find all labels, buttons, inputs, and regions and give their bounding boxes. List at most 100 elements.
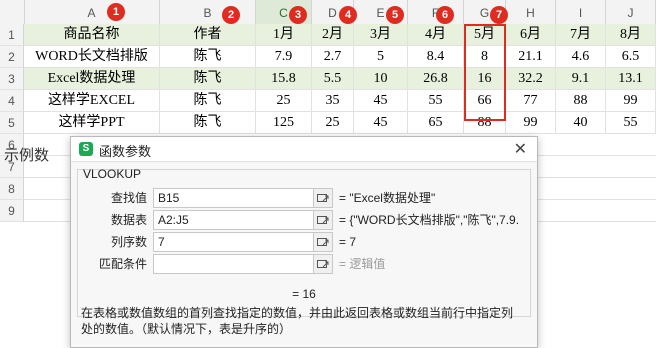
column-header-j[interactable]: J bbox=[606, 0, 656, 24]
table-cell[interactable]: 陈飞 bbox=[160, 68, 256, 90]
row-header-5[interactable]: 5 bbox=[0, 112, 24, 134]
function-name: VLOOKUP bbox=[83, 167, 142, 181]
table-cell[interactable]: 15.8 bbox=[256, 68, 312, 90]
arg-label-range-lookup: 匹配条件 bbox=[98, 257, 147, 271]
header-cell[interactable]: 1月 bbox=[256, 24, 312, 46]
annotation-badge-4: 4 bbox=[339, 6, 357, 24]
row-header-9[interactable]: 9 bbox=[0, 200, 24, 222]
column-header-h[interactable]: H bbox=[506, 0, 556, 24]
column-header-bar: A B C D E F G H I J bbox=[0, 0, 656, 25]
table-cell[interactable]: 13.1 bbox=[606, 68, 656, 90]
table-cell[interactable]: 4.6 bbox=[556, 46, 606, 68]
table-cell[interactable]: 7.9 bbox=[256, 46, 312, 68]
table-cell[interactable]: 88 bbox=[556, 90, 606, 112]
column-header-b[interactable]: B bbox=[160, 0, 256, 24]
table-cell[interactable]: 45 bbox=[354, 112, 408, 134]
dialog-title: 函数参数 bbox=[99, 144, 152, 159]
col-index-input[interactable]: 7 bbox=[153, 232, 323, 252]
table-cell[interactable]: 陈飞 bbox=[160, 46, 256, 68]
table-cell[interactable]: 26.8 bbox=[408, 68, 464, 90]
annotation-badge-6: 6 bbox=[436, 6, 454, 24]
example-data-label: 示例数 bbox=[4, 148, 50, 164]
table-cell[interactable]: 这样学PPT bbox=[24, 112, 160, 134]
row-header-8[interactable]: 8 bbox=[0, 178, 24, 200]
range-picker-icon bbox=[317, 238, 329, 246]
table-cell[interactable]: 125 bbox=[256, 112, 312, 134]
table-cell[interactable]: 35 bbox=[312, 90, 354, 112]
annotation-badge-3: 3 bbox=[289, 6, 307, 24]
table-cell[interactable]: 2.7 bbox=[312, 46, 354, 68]
table-cell[interactable]: 9.1 bbox=[556, 68, 606, 90]
table-cell[interactable]: 25 bbox=[312, 112, 354, 134]
arg-result-col-index: = 7 bbox=[339, 235, 357, 249]
table-cell[interactable]: 55 bbox=[408, 90, 464, 112]
table-cell[interactable]: 这样学EXCEL bbox=[24, 90, 160, 112]
range-select-button-1[interactable] bbox=[313, 188, 333, 208]
table-cell[interactable]: 5.5 bbox=[312, 68, 354, 90]
dialog-title-bar[interactable]: S 函数参数 ✕ bbox=[71, 137, 537, 162]
header-cell[interactable]: 作者 bbox=[160, 24, 256, 46]
range-select-button-4[interactable] bbox=[313, 254, 333, 274]
row-header-1[interactable]: 1 bbox=[0, 24, 24, 46]
table-cell[interactable]: 99 bbox=[606, 90, 656, 112]
annotation-badge-2: 2 bbox=[222, 6, 240, 24]
arg-label-table-array: 数据表 bbox=[110, 213, 147, 227]
range-picker-icon bbox=[317, 260, 329, 268]
table-cell[interactable]: 88 bbox=[464, 112, 506, 134]
table-cell[interactable]: 6.5 bbox=[606, 46, 656, 68]
header-cell[interactable]: 2月 bbox=[312, 24, 354, 46]
table-cell[interactable]: 65 bbox=[408, 112, 464, 134]
row-header-2[interactable]: 2 bbox=[0, 46, 24, 68]
lookup-value-input[interactable]: B15 bbox=[153, 188, 323, 208]
arg-label-col-index: 列序数 bbox=[110, 235, 147, 249]
arg-label-lookup-value: 查找值 bbox=[110, 191, 147, 205]
table-cell[interactable]: 8 bbox=[464, 46, 506, 68]
header-cell[interactable]: 6月 bbox=[506, 24, 556, 46]
table-cell[interactable]: 45 bbox=[354, 90, 408, 112]
table-cell[interactable]: 陈飞 bbox=[160, 112, 256, 134]
range-lookup-input[interactable] bbox=[153, 254, 323, 274]
table-array-input[interactable]: A2:J5 bbox=[153, 210, 323, 230]
table-cell[interactable]: 40 bbox=[556, 112, 606, 134]
select-all-corner[interactable] bbox=[0, 0, 25, 24]
header-cell[interactable]: 7月 bbox=[556, 24, 606, 46]
table-cell[interactable]: Excel数据处理 bbox=[24, 68, 160, 90]
table-cell[interactable]: 5 bbox=[354, 46, 408, 68]
table-cell[interactable]: 66 bbox=[464, 90, 506, 112]
range-picker-icon bbox=[317, 216, 329, 224]
arg-result-lookup-value: = "Excel数据处理" bbox=[339, 191, 436, 205]
table-cell[interactable]: 陈飞 bbox=[160, 90, 256, 112]
arg-result-table-array: = {"WORD长文档排版","陈飞",7.9... bbox=[339, 213, 519, 227]
annotation-badge-7: 7 bbox=[490, 6, 508, 24]
header-cell[interactable]: 8月 bbox=[606, 24, 656, 46]
row-header-4[interactable]: 4 bbox=[0, 90, 24, 112]
function-arguments-dialog: S 函数参数 ✕ VLOOKUP 查找值 B15 = "Excel数据处理" 数… bbox=[70, 136, 538, 348]
column-header-i[interactable]: I bbox=[556, 0, 606, 24]
header-cell[interactable]: 5月 bbox=[464, 24, 506, 46]
formula-result: = 16 bbox=[292, 287, 316, 301]
table-cell[interactable]: 8.4 bbox=[408, 46, 464, 68]
table-cell[interactable]: WORD长文档排版 bbox=[24, 46, 160, 68]
table-cell[interactable]: 55 bbox=[606, 112, 656, 134]
table-cell[interactable]: 21.1 bbox=[506, 46, 556, 68]
header-cell[interactable]: 3月 bbox=[354, 24, 408, 46]
header-cell[interactable]: 4月 bbox=[408, 24, 464, 46]
column-header-a[interactable]: A bbox=[24, 0, 160, 24]
table-cell[interactable]: 99 bbox=[506, 112, 556, 134]
range-picker-icon bbox=[317, 194, 329, 202]
close-icon[interactable]: ✕ bbox=[514, 139, 527, 159]
header-cell[interactable]: 商品名称 bbox=[24, 24, 160, 46]
row-header-3[interactable]: 3 bbox=[0, 68, 24, 90]
arg-result-range-lookup: = 逻辑值 bbox=[339, 257, 386, 271]
table-cell[interactable]: 10 bbox=[354, 68, 408, 90]
annotation-badge-5: 5 bbox=[386, 6, 404, 24]
annotation-badge-1: 1 bbox=[107, 3, 125, 21]
table-cell[interactable]: 77 bbox=[506, 90, 556, 112]
range-select-button-2[interactable] bbox=[313, 210, 333, 230]
table-cell[interactable]: 16 bbox=[464, 68, 506, 90]
function-description: 在表格或数值数组的首列查找指定的数值，并由此返回表格或数组当前行中指定列处的数值… bbox=[81, 306, 514, 336]
table-cell[interactable]: 25 bbox=[256, 90, 312, 112]
table-cell[interactable]: 32.2 bbox=[506, 68, 556, 90]
range-select-button-3[interactable] bbox=[313, 232, 333, 252]
wps-logo-icon: S bbox=[79, 142, 93, 156]
